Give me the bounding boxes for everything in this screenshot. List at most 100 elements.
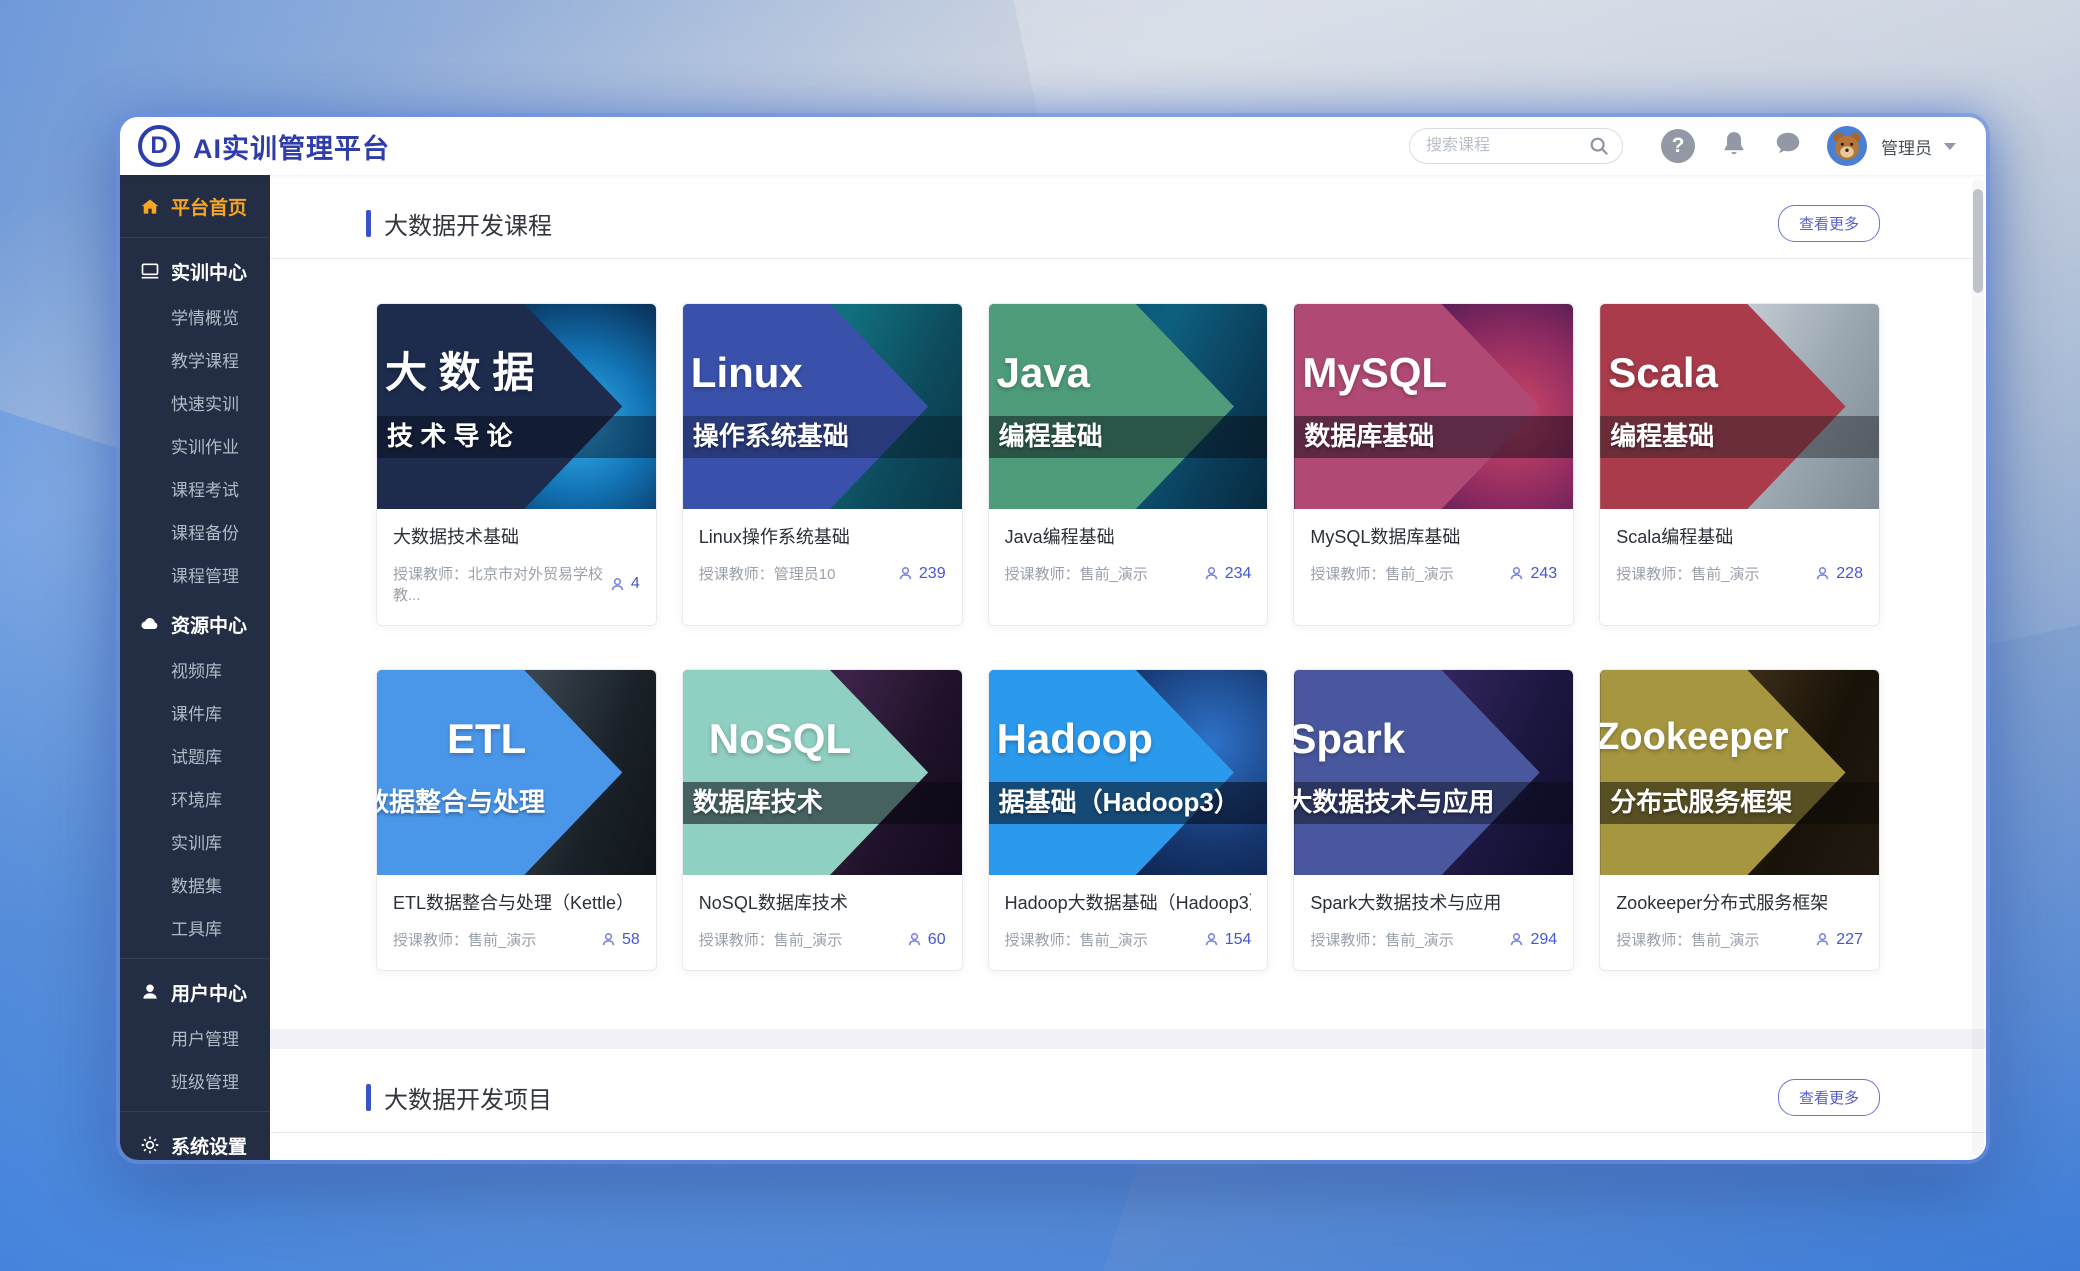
course-card[interactable]: MySQL 数据库基础 MySQL数据库基础 授课教师：售前_演示 243 <box>1293 303 1574 626</box>
course-cover: Hadoop 据基础（Hadoop3） <box>989 670 1268 875</box>
search-icon[interactable] <box>1588 135 1610 162</box>
sidebar-item-kuaisu[interactable]: 快速实训 <box>120 383 270 426</box>
cover-sub-text: 操作系统基础 <box>693 421 849 452</box>
person-icon <box>600 931 617 948</box>
course-card[interactable]: Hadoop 据基础（Hadoop3） Hadoop大数据基础（Hadoop3）… <box>988 669 1269 971</box>
notifications-bell-icon[interactable] <box>1719 129 1749 164</box>
course-teacher: 授课教师：售前_演示 <box>1310 929 1453 950</box>
cover-arrow-shape <box>989 670 1234 875</box>
course-card[interactable]: Scala 编程基础 Scala编程基础 授课教师：售前_演示 228 <box>1599 303 1880 626</box>
sidebar-item-guanli[interactable]: 课程管理 <box>120 555 270 598</box>
sidebar-item-beifen[interactable]: 课程备份 <box>120 512 270 555</box>
course-count: 154 <box>1225 931 1252 949</box>
course-title: Zookeeper分布式服务框架 <box>1616 889 1863 915</box>
view-more-button[interactable]: 查看更多 <box>1778 1079 1880 1116</box>
active-item-notch <box>270 199 271 217</box>
cover-big-text: Linux <box>691 352 803 394</box>
chevron-down-icon[interactable] <box>1944 143 1956 150</box>
cover-sub-text: 技 术 导 论 <box>387 421 513 452</box>
course-cover: Zookeeper 分布式服务框架 <box>1600 670 1879 875</box>
course-teacher: 授课教师：售前_演示 <box>1310 563 1453 584</box>
course-title: Spark大数据技术与应用 <box>1310 889 1557 915</box>
sidebar: 平台首页 实训中心 学情概览 教学课程 快速实训 实训作业 课程考试 课程备份 … <box>120 175 270 1160</box>
search-box <box>1409 128 1623 164</box>
course-card[interactable]: Zookeeper 分布式服务框架 Zookeeper分布式服务框架 授课教师：… <box>1599 669 1880 971</box>
sidebar-group-settings[interactable]: 系统设置 <box>120 1119 270 1160</box>
course-cover: Scala 编程基础 <box>1600 304 1879 509</box>
section-divider <box>270 258 1986 259</box>
sidebar-item-shujuji[interactable]: 数据集 <box>120 865 270 908</box>
course-teacher: 授课教师：售前_演示 <box>1616 929 1759 950</box>
monitor-icon <box>140 261 160 281</box>
sidebar-group-training[interactable]: 实训中心 <box>120 245 270 297</box>
sidebar-group-resources[interactable]: 资源中心 <box>120 598 270 650</box>
course-card[interactable]: NoSQL 数据库技术 NoSQL数据库技术 授课教师：售前_演示 60 <box>682 669 963 971</box>
section-accent-bar <box>366 210 371 237</box>
sidebar-item-kaoshi[interactable]: 课程考试 <box>120 469 270 512</box>
course-teacher: 授课教师：售前_演示 <box>1005 929 1148 950</box>
user-icon <box>140 982 160 1002</box>
sidebar-item-jiaoxue[interactable]: 教学课程 <box>120 340 270 383</box>
cover-big-text: Java <box>997 352 1090 394</box>
cover-arrow-shape <box>989 304 1234 509</box>
sidebar-item-shipinku[interactable]: 视频库 <box>120 650 270 693</box>
cover-sub-text: 数据整合与处理 <box>377 787 545 818</box>
person-icon <box>1814 931 1831 948</box>
course-card[interactable]: ETL 数据整合与处理 ETL数据整合与处理（Kettle） 授课教师：售前_演… <box>376 669 657 971</box>
course-count: 239 <box>919 565 946 583</box>
course-count: 294 <box>1530 931 1557 949</box>
cover-sub-text: 分布式服务框架 <box>1610 787 1792 818</box>
user-name[interactable]: 管理员 <box>1881 134 1932 159</box>
sidebar-group-users[interactable]: 用户中心 <box>120 966 270 1018</box>
course-title: Hadoop大数据基础（Hadoop3） <box>1005 889 1252 915</box>
sidebar-item-zuoye[interactable]: 实训作业 <box>120 426 270 469</box>
sidebar-item-gongjuku[interactable]: 工具库 <box>120 908 270 951</box>
scrollbar-thumb[interactable] <box>1973 189 1983 293</box>
sidebar-divider <box>120 958 270 959</box>
course-teacher: 授课教师：售前_演示 <box>393 929 536 950</box>
course-cover: 大 数 据 技 术 导 论 <box>377 304 656 509</box>
course-teacher: 授课教师：售前_演示 <box>1616 563 1759 584</box>
messages-chat-icon[interactable] <box>1773 129 1803 164</box>
app-title: AI实训管理平台 <box>193 127 390 166</box>
person-icon <box>906 931 923 948</box>
course-card[interactable]: Linux 操作系统基础 Linux操作系统基础 授课教师：管理员10 239 <box>682 303 963 626</box>
user-avatar[interactable] <box>1827 126 1867 166</box>
sidebar-group-label: 实训中心 <box>171 258 247 285</box>
course-count: 4 <box>631 575 640 593</box>
cover-arrow-shape <box>1600 304 1845 509</box>
help-icon[interactable]: ? <box>1661 129 1695 163</box>
section-title: 大数据开发课程 <box>384 206 552 241</box>
sidebar-item-shixunku[interactable]: 实训库 <box>120 822 270 865</box>
course-cover: ETL 数据整合与处理 <box>377 670 656 875</box>
scrollbar-track[interactable] <box>1972 179 1984 1156</box>
section-accent-bar <box>366 1084 371 1111</box>
course-title: Scala编程基础 <box>1616 523 1863 549</box>
course-card[interactable]: Spark 大数据技术与应用 Spark大数据技术与应用 授课教师：售前_演示 … <box>1293 669 1574 971</box>
person-icon <box>1508 565 1525 582</box>
sidebar-group-label: 用户中心 <box>171 979 247 1006</box>
sidebar-item-home[interactable]: 平台首页 <box>120 183 270 230</box>
course-count: 234 <box>1225 565 1252 583</box>
course-cover: Java 编程基础 <box>989 304 1268 509</box>
cover-sub-text: 据基础（Hadoop3） <box>999 787 1240 818</box>
course-count: 58 <box>622 931 640 949</box>
course-title: Java编程基础 <box>1005 523 1252 549</box>
cover-arrow-shape <box>1294 304 1539 509</box>
course-card[interactable]: 大 数 据 技 术 导 论 大数据技术基础 授课教师：北京市对外贸易学校教...… <box>376 303 657 626</box>
sidebar-item-kejianku[interactable]: 课件库 <box>120 693 270 736</box>
view-more-button[interactable]: 查看更多 <box>1778 205 1880 242</box>
cover-big-text: Zookeeper <box>1600 718 1788 756</box>
course-card[interactable]: Java 编程基础 Java编程基础 授课教师：售前_演示 234 <box>988 303 1269 626</box>
sidebar-item-huanjingku[interactable]: 环境库 <box>120 779 270 822</box>
sidebar-item-yonghu[interactable]: 用户管理 <box>120 1018 270 1061</box>
sidebar-item-shitiku[interactable]: 试题库 <box>120 736 270 779</box>
sidebar-item-xueqing[interactable]: 学情概览 <box>120 297 270 340</box>
person-icon <box>897 565 914 582</box>
app-window: D AI实训管理平台 ? <box>120 117 1986 1160</box>
cover-big-text: NoSQL <box>709 718 851 760</box>
cover-big-text: Scala <box>1608 352 1718 394</box>
person-icon <box>1508 931 1525 948</box>
cloud-icon <box>140 614 160 634</box>
sidebar-item-banji[interactable]: 班级管理 <box>120 1061 270 1104</box>
